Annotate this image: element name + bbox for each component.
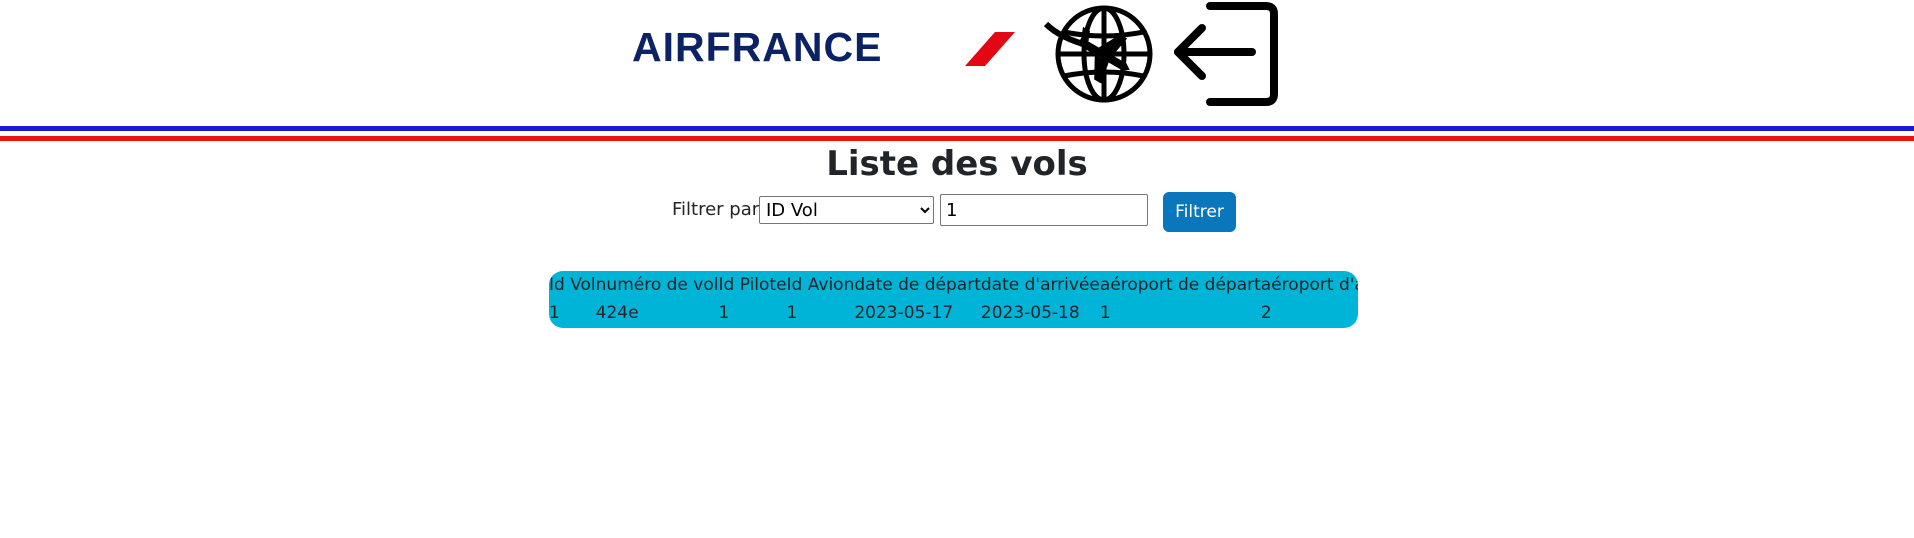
table-row: 1 424e 1 1 2023-05-17 2023-05-18 1 2 [549,299,1358,327]
filter-field-select[interactable]: ID Vol [759,196,934,224]
airfrance-logo[interactable]: AIRFRANCE [632,22,882,72]
column-header-date-depart: date de départ [854,275,981,295]
cell-numero-vol: 424e [595,303,639,323]
column-header-id-avion: Id Avion [786,275,855,295]
column-header-id-vol: Id Vol [549,275,596,295]
cell-aeroport-depart: 1 [1099,303,1111,323]
filter-value-input[interactable] [940,194,1148,226]
cell-id-avion: 1 [786,303,798,323]
flights-table: Id Vol numéro de vol Id Pilote Id Avion … [549,271,1358,327]
cell-id-vol: 1 [549,303,560,323]
filter-button[interactable]: Filtrer [1163,192,1236,232]
header: AIRFRANCE [0,0,1914,120]
cell-aeroport-arrivee: 2 [1260,303,1272,323]
red-stripe-divider [0,136,1914,141]
table-header-row: Id Vol numéro de vol Id Pilote Id Avion … [549,271,1358,299]
column-header-id-pilote: Id Pilote [718,275,787,295]
filter-label: Filtrer par : [672,199,771,220]
globe-airplane-icon[interactable] [1040,2,1158,106]
logout-icon[interactable] [1170,0,1282,108]
cell-date-arrivee: 2023-05-18 [980,303,1080,323]
blue-stripe-divider [0,126,1914,131]
column-header-numero-vol: numéro de vol [595,275,719,295]
airfrance-logo-slash [965,32,1015,66]
page-title: Liste des vols [826,144,1088,184]
column-header-date-arrivee: date d'arrivée [980,275,1100,295]
cell-id-pilote: 1 [718,303,730,323]
column-header-aeroport-depart: aéroport de départ [1099,275,1261,295]
column-header-aeroport-arrivee: aéroport d'arrivée [1260,275,1358,295]
cell-date-depart: 2023-05-17 [854,303,954,323]
flights-table-container: Id Vol numéro de vol Id Pilote Id Avion … [549,271,1358,328]
